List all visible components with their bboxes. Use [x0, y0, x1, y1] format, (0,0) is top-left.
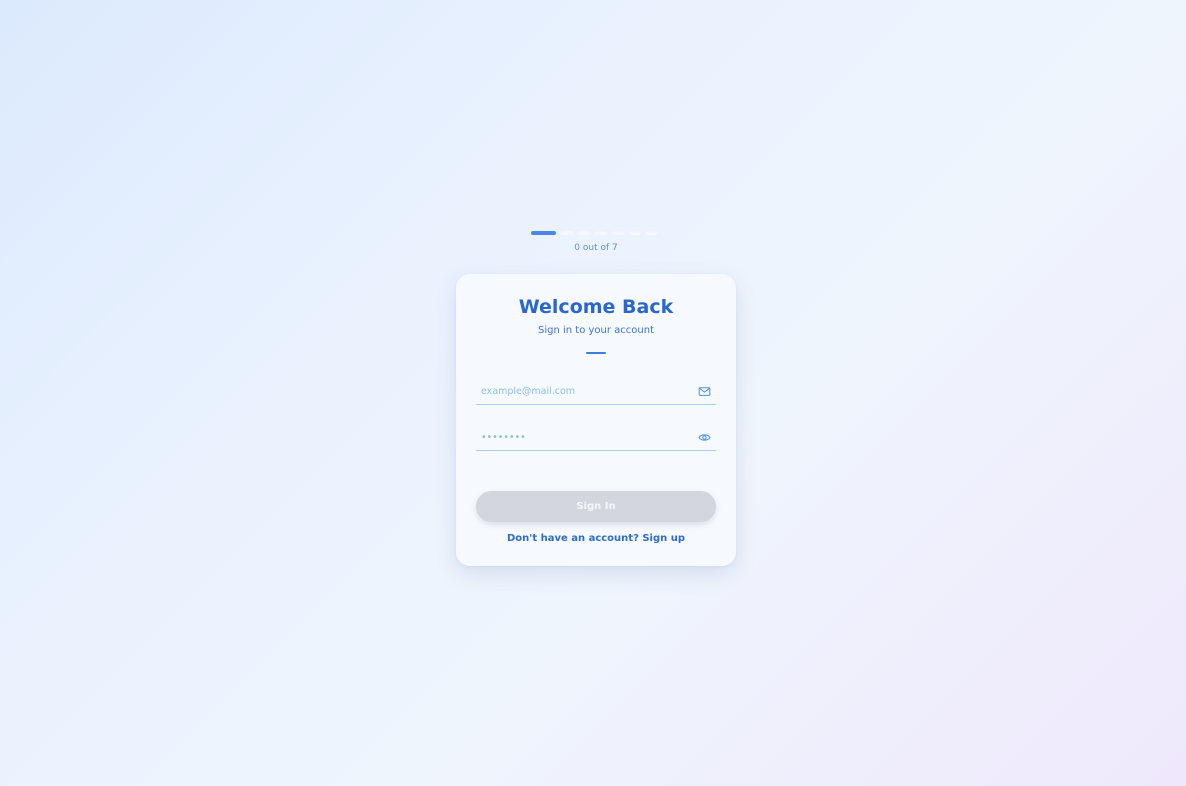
password-input[interactable]: [481, 429, 686, 445]
progress-label: 0 out of 7: [574, 243, 618, 253]
login-card: Welcome Back Sign in to your account Sig…: [456, 274, 736, 566]
email-field-container: [476, 378, 716, 405]
email-input[interactable]: [481, 383, 686, 399]
progress-segment-4: [595, 231, 607, 235]
sign-up-link[interactable]: Don't have an account? Sign up: [456, 533, 736, 544]
progress-segment-1: [531, 231, 556, 235]
page-subtitle: Sign in to your account: [537, 325, 654, 336]
title-divider: [586, 352, 606, 354]
password-field-container: [476, 424, 716, 451]
progress-segment-5: [612, 231, 624, 235]
mail-icon: [698, 383, 711, 396]
progress-segment-2: [561, 231, 573, 235]
progress-segment-3: [578, 231, 590, 235]
progress-segment-6: [629, 231, 641, 235]
page-title: Welcome Back: [518, 296, 674, 318]
progress-indicator: [531, 231, 661, 237]
progress-segment-7: [646, 231, 658, 235]
eye-icon[interactable]: [698, 429, 711, 442]
sign-in-button[interactable]: Sign In: [476, 491, 716, 522]
